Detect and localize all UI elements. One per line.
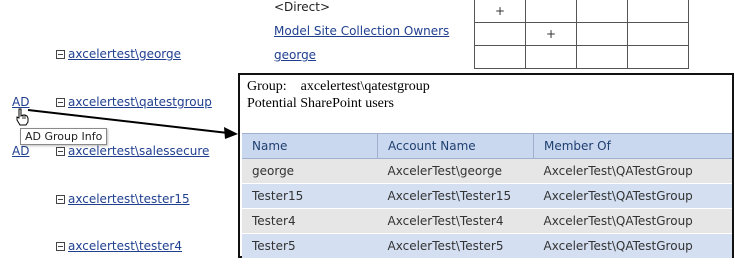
group-line: Group: axcelertest\qatestgroup bbox=[247, 78, 430, 95]
tree-item-tester15: axcelertest\tester15 bbox=[56, 192, 190, 206]
user-link[interactable]: axcelertest\qatestgroup bbox=[68, 95, 212, 109]
user-link[interactable]: axcelertest\george bbox=[68, 47, 181, 61]
grid-cell bbox=[627, 22, 689, 46]
column-header-member-of[interactable]: Member Of bbox=[533, 133, 732, 159]
grid-cell bbox=[474, 22, 526, 46]
group-label: Group: bbox=[247, 79, 287, 94]
collapse-toggle-icon[interactable] bbox=[56, 194, 65, 204]
cell-account: AxcelerTest\Tester5 bbox=[377, 233, 534, 259]
cell-account: AxcelerTest\george bbox=[377, 158, 534, 184]
column-header-account[interactable]: Account Name bbox=[377, 133, 534, 159]
column-header-name[interactable]: Name bbox=[242, 133, 378, 159]
grid-cell: + bbox=[525, 22, 577, 46]
tree-item-qatestgroup: axcelertest\qatestgroup bbox=[56, 95, 212, 109]
table-row: george AxcelerTest\george AxcelerTest\QA… bbox=[242, 158, 732, 184]
members-table: Name Account Name Member Of george Axcel… bbox=[242, 133, 732, 259]
cell-name: Tester4 bbox=[242, 208, 378, 234]
user-link[interactable]: axcelertest\tester4 bbox=[68, 239, 182, 253]
grid-cell: + bbox=[474, 0, 526, 23]
grid-row: + bbox=[474, 0, 689, 23]
tooltip: AD Group Info bbox=[20, 128, 108, 145]
tree-item-george: axcelertest\george bbox=[56, 47, 181, 61]
cell-name: Tester15 bbox=[242, 183, 378, 209]
grid-cell bbox=[525, 45, 577, 69]
group-value: axcelertest\qatestgroup bbox=[300, 79, 430, 94]
grid-cell bbox=[627, 45, 689, 69]
permission-grid: + + bbox=[474, 0, 689, 69]
tree-item-salessecure: axcelertest\salessecure bbox=[56, 144, 209, 158]
popup-header: Group: axcelertest\qatestgroup Potential … bbox=[247, 78, 430, 112]
cell-name: george bbox=[242, 158, 378, 184]
cell-member-of: AxcelerTest\QATestGroup bbox=[533, 208, 732, 234]
ad-group-popup: Group: axcelertest\qatestgroup Potential … bbox=[238, 73, 734, 259]
cell-member-of: AxcelerTest\QATestGroup bbox=[533, 158, 732, 184]
cell-name: Tester5 bbox=[242, 233, 378, 259]
grid-row bbox=[474, 45, 689, 69]
grid-cell bbox=[525, 0, 577, 23]
cell-member-of: AxcelerTest\QATestGroup bbox=[533, 233, 732, 259]
user-link[interactable]: axcelertest\salessecure bbox=[68, 144, 209, 158]
hand-cursor-icon bbox=[16, 108, 29, 126]
cell-account: AxcelerTest\Tester15 bbox=[377, 183, 534, 209]
grid-cell bbox=[627, 0, 689, 23]
popup-subtitle: Potential SharePoint users bbox=[247, 96, 394, 111]
grid-row: + bbox=[474, 22, 689, 46]
user-link[interactable]: axcelertest\tester15 bbox=[68, 192, 190, 206]
grid-cell bbox=[576, 45, 628, 69]
ad-group-info-link[interactable]: AD bbox=[12, 95, 29, 109]
collapse-toggle-icon[interactable] bbox=[56, 146, 65, 156]
table-row: Tester5 AxcelerTest\Tester5 AxcelerTest\… bbox=[242, 233, 732, 259]
collapse-toggle-icon[interactable] bbox=[56, 49, 65, 59]
cell-account: AxcelerTest\Tester4 bbox=[377, 208, 534, 234]
grid-cell bbox=[576, 0, 628, 23]
grid-cell bbox=[474, 45, 526, 69]
table-header-row: Name Account Name Member Of bbox=[242, 133, 732, 159]
cell-member-of: AxcelerTest\QATestGroup bbox=[533, 183, 732, 209]
grid-cell bbox=[576, 22, 628, 46]
direct-label[interactable]: <Direct> bbox=[274, 0, 330, 14]
george-link[interactable]: george bbox=[274, 48, 316, 62]
ad-group-info-link[interactable]: AD bbox=[12, 144, 29, 158]
owners-link[interactable]: Model Site Collection Owners bbox=[274, 24, 449, 38]
collapse-toggle-icon[interactable] bbox=[56, 241, 65, 251]
table-row: Tester15 AxcelerTest\Tester15 AxcelerTes… bbox=[242, 183, 732, 209]
table-row: Tester4 AxcelerTest\Tester4 AxcelerTest\… bbox=[242, 208, 732, 234]
collapse-toggle-icon[interactable] bbox=[56, 97, 65, 107]
tree-item-tester4: axcelertest\tester4 bbox=[56, 239, 182, 253]
